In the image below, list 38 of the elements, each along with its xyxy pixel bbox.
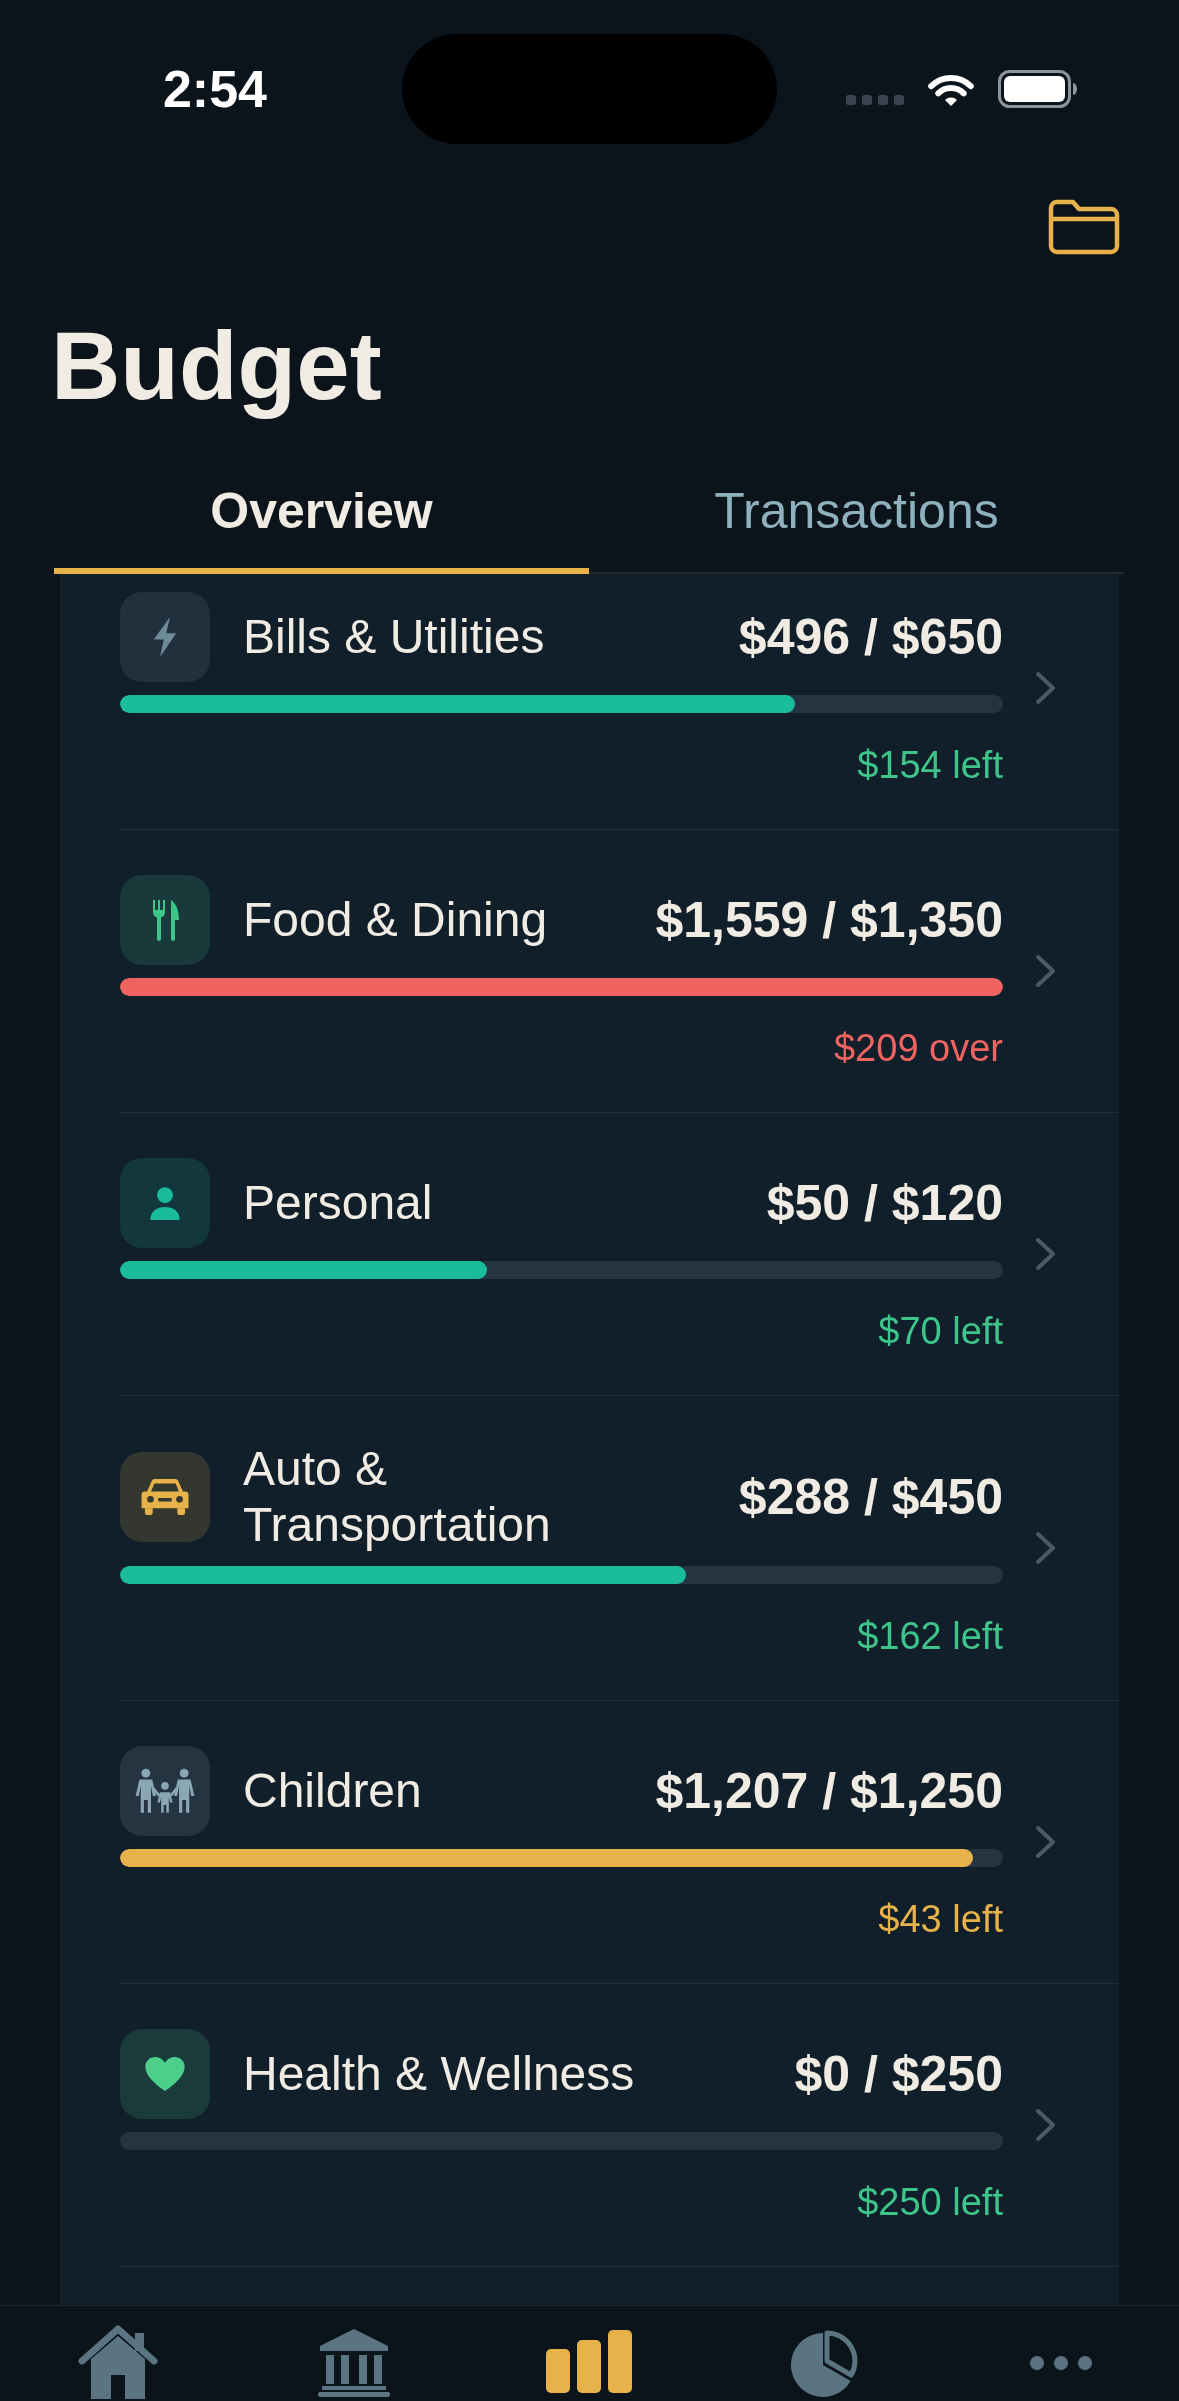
chevron-right-icon[interactable] <box>1035 671 1057 705</box>
home-icon[interactable] <box>76 2323 159 2399</box>
category-name: Personal <box>243 1175 434 1231</box>
page-title: Budget <box>51 311 382 421</box>
folder-icon[interactable] <box>1048 198 1120 255</box>
remaining-amount: $250 left <box>857 2180 1003 2225</box>
chevron-right-icon[interactable] <box>1035 1825 1057 1859</box>
chevron-right-icon[interactable] <box>1035 2108 1057 2142</box>
remaining-amount: $43 left <box>878 1897 1003 1942</box>
more-icon[interactable] <box>1029 2355 1094 2371</box>
chevron-right-icon[interactable] <box>1035 1531 1057 1565</box>
spent-amount: $50 / $120 <box>766 1175 1003 1231</box>
spent-amount: $1,207 / $1,250 <box>655 1763 1003 1819</box>
lightning-bolt-icon <box>120 592 210 682</box>
spent-amount: $1,559 / $1,350 <box>655 892 1003 948</box>
remaining-amount: $70 left <box>878 1309 1003 1354</box>
status-time: 2:54 <box>162 59 268 120</box>
bank-icon[interactable] <box>317 2327 390 2397</box>
person-icon <box>120 1158 210 1248</box>
battery-icon <box>998 70 1078 108</box>
bar-chart-icon[interactable] <box>546 2330 633 2393</box>
remaining-amount: $154 left <box>857 743 1003 788</box>
category-name: Auto & Transportation <box>243 1441 552 1553</box>
fork-knife-icon <box>120 875 210 965</box>
spent-amount: $288 / $450 <box>738 1469 1003 1525</box>
remaining-amount: $209 over <box>834 1026 1003 1071</box>
chevron-right-icon[interactable] <box>1035 954 1057 988</box>
category-name: Health & Wellness <box>243 2046 636 2102</box>
signal-icon <box>846 95 904 105</box>
spent-amount: $0 / $250 <box>794 2046 1003 2102</box>
category-name: Children <box>243 1763 423 1819</box>
remaining-amount: $162 left <box>857 1614 1003 1659</box>
chevron-right-icon[interactable] <box>1035 1237 1057 1271</box>
car-icon <box>120 1452 210 1542</box>
spent-amount: $496 / $650 <box>738 609 1003 665</box>
category-name: Food & Dining <box>243 892 549 948</box>
category-name: Bills & Utilities <box>243 609 546 665</box>
family-icon <box>120 1746 210 1836</box>
